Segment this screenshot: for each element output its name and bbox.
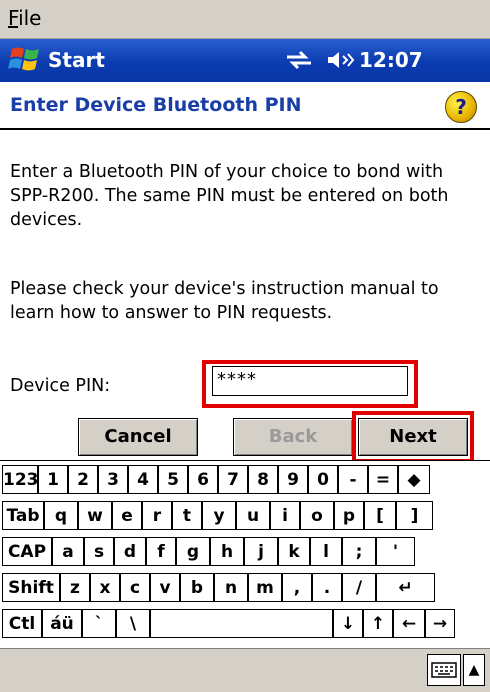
key[interactable]: v xyxy=(150,573,180,602)
key[interactable]: / xyxy=(342,573,376,602)
key[interactable]: 0 xyxy=(308,465,338,494)
dialog-title-bar: Enter Device Bluetooth PIN ? xyxy=(0,82,490,130)
key[interactable]: Shift xyxy=(2,573,60,602)
key[interactable]: z xyxy=(60,573,90,602)
key[interactable]: u xyxy=(236,501,270,530)
key[interactable]: h xyxy=(210,537,244,566)
taskbar: Start 12:07 xyxy=(0,39,490,82)
key[interactable]: ◆ xyxy=(398,465,430,494)
key[interactable]: s xyxy=(84,537,114,566)
key[interactable]: ↓ xyxy=(333,609,363,638)
key[interactable]: Ctl xyxy=(2,609,42,638)
key[interactable]: g xyxy=(176,537,210,566)
key[interactable]: 3 xyxy=(98,465,128,494)
key[interactable]: q xyxy=(44,501,78,530)
key[interactable]: j xyxy=(244,537,278,566)
key[interactable]: [ xyxy=(364,501,396,530)
key[interactable]: \ xyxy=(116,609,150,638)
key[interactable]: w xyxy=(78,501,112,530)
key[interactable]: ← xyxy=(393,609,425,638)
key[interactable]: t xyxy=(172,501,202,530)
key[interactable]: m xyxy=(248,573,282,602)
connectivity-icon[interactable] xyxy=(283,48,315,72)
key[interactable]: y xyxy=(202,501,236,530)
key[interactable]: 5 xyxy=(158,465,188,494)
key[interactable]: . xyxy=(312,573,342,602)
key[interactable]: n xyxy=(214,573,248,602)
key[interactable]: b xyxy=(180,573,214,602)
keyboard-icon[interactable] xyxy=(427,654,461,686)
key[interactable]: x xyxy=(90,573,120,602)
key[interactable]: p xyxy=(334,501,364,530)
key[interactable]: 123 xyxy=(2,465,39,494)
windows-flag-icon[interactable] xyxy=(8,45,42,75)
speaker-icon[interactable] xyxy=(325,48,355,72)
instruction-text: Enter a Bluetooth PIN of your choice to … xyxy=(10,162,449,230)
key[interactable]: 2 xyxy=(68,465,98,494)
key[interactable]: 6 xyxy=(188,465,218,494)
key[interactable]: ; xyxy=(342,537,376,566)
key[interactable]: → xyxy=(425,609,455,638)
file-menu[interactable]: File xyxy=(8,6,41,30)
device-pin-label: Device PIN: xyxy=(10,376,111,396)
clock[interactable]: 12:07 xyxy=(359,48,423,72)
next-highlight-box xyxy=(352,411,474,463)
key[interactable]: ] xyxy=(396,501,433,530)
back-button[interactable]: Back xyxy=(233,418,353,456)
key[interactable]: a xyxy=(52,537,84,566)
key[interactable]: c xyxy=(120,573,150,602)
key[interactable]: d xyxy=(114,537,146,566)
manual-note-text: Please check your device's instruction m… xyxy=(10,279,439,323)
menu-bar: File xyxy=(0,0,490,39)
start-button[interactable]: Start xyxy=(48,48,105,72)
input-panel-bar: ▲ xyxy=(0,648,490,692)
cancel-button[interactable]: Cancel xyxy=(78,418,198,456)
key[interactable]: 7 xyxy=(218,465,248,494)
key[interactable]: k xyxy=(278,537,310,566)
key-space[interactable] xyxy=(150,609,333,638)
key[interactable]: Tab xyxy=(2,501,44,530)
key[interactable]: l xyxy=(310,537,342,566)
key[interactable]: 8 xyxy=(248,465,278,494)
key[interactable]: áü xyxy=(42,609,82,638)
pin-highlight-box xyxy=(202,360,418,408)
key[interactable]: = xyxy=(368,465,398,494)
dialog-content: Enter a Bluetooth PIN of your choice to … xyxy=(0,130,490,463)
key[interactable]: o xyxy=(300,501,334,530)
key[interactable]: ` xyxy=(82,609,116,638)
soft-keyboard: 123 1 2 3 4 5 6 7 8 9 0- = ◆ Tab q w e r t y u i o p[] CAP a s d f g h… xyxy=(0,460,490,649)
key[interactable]: r xyxy=(142,501,172,530)
key[interactable]: , xyxy=(282,573,312,602)
help-icon[interactable]: ? xyxy=(445,91,477,123)
key[interactable]: f xyxy=(146,537,176,566)
key[interactable]: ' xyxy=(376,537,415,566)
key[interactable]: - xyxy=(338,465,368,494)
key[interactable]: e xyxy=(112,501,142,530)
input-menu-arrow-icon[interactable]: ▲ xyxy=(463,654,485,686)
key[interactable]: ↑ xyxy=(363,609,393,638)
key[interactable]: i xyxy=(270,501,300,530)
key[interactable]: 1 xyxy=(38,465,68,494)
key[interactable]: CAP xyxy=(2,537,52,566)
key[interactable]: 9 xyxy=(278,465,308,494)
key[interactable]: ↵ xyxy=(376,573,435,602)
page-title: Enter Device Bluetooth PIN xyxy=(10,94,302,116)
key[interactable]: 4 xyxy=(128,465,158,494)
